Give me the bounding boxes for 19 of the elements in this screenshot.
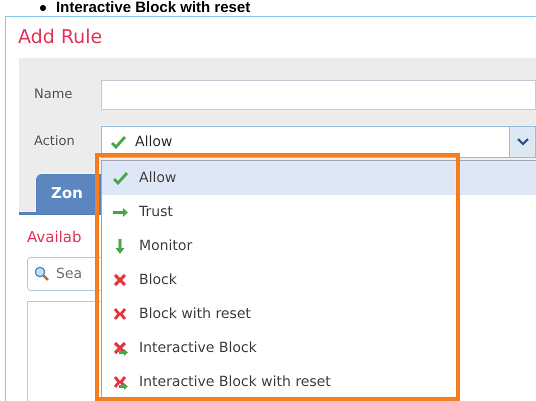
field-label: Action <box>33 133 76 152</box>
bullet-heading: Interactive Block with reset <box>56 0 250 16</box>
section-title: Availab <box>27 227 82 248</box>
check-icon <box>112 170 129 186</box>
bullet-icon <box>40 5 46 11</box>
cross-icon <box>112 306 129 322</box>
cross-arrow-icon <box>112 340 129 356</box>
check-icon <box>110 134 127 150</box>
dialog-title: Add Rule <box>17 25 104 50</box>
dropdown-option[interactable]: Interactive Block <box>102 331 536 365</box>
name-field[interactable] <box>101 80 536 110</box>
dropdown-option[interactable]: Allow <box>102 161 536 195</box>
field-label: Name <box>33 86 74 104</box>
dropdown-option[interactable]: Interactive Block with reset <box>102 365 536 399</box>
chevron-icon <box>509 127 535 157</box>
cross-arrow-icon <box>112 374 129 390</box>
cross-icon <box>112 272 129 288</box>
action-select[interactable]: Allow <box>101 126 536 158</box>
dropdown-option[interactable]: Block with reset <box>102 297 536 331</box>
